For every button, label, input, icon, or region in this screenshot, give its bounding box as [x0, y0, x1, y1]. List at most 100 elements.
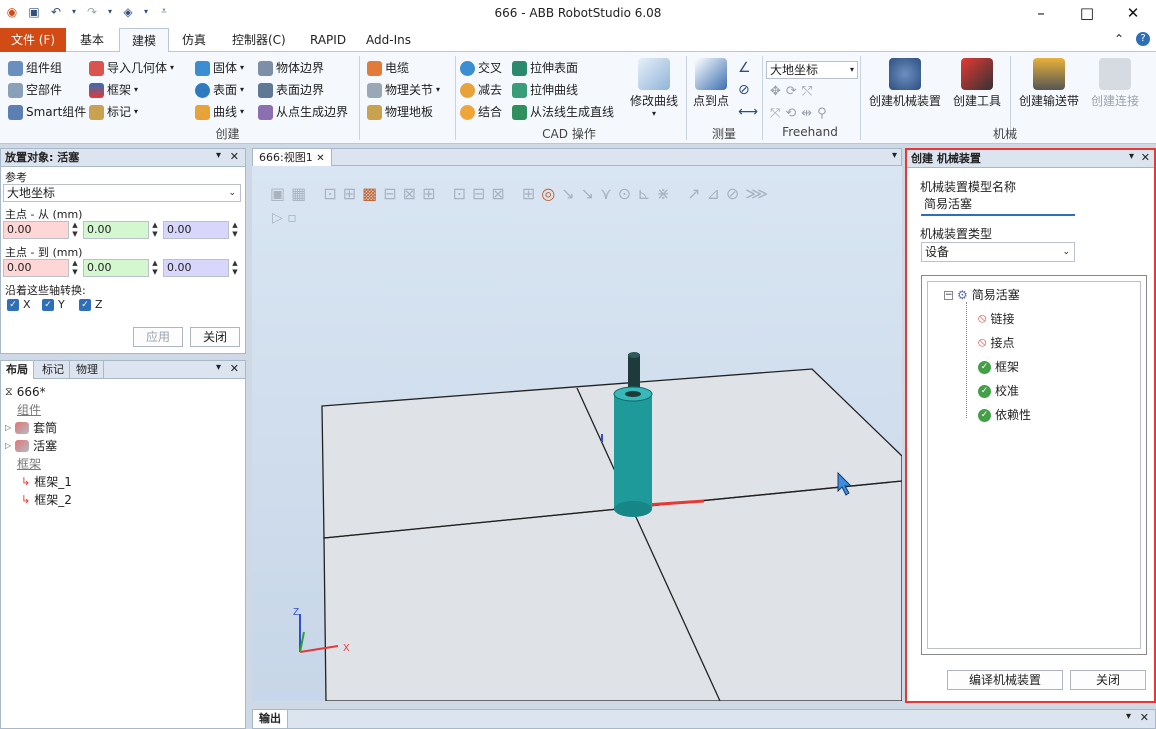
- import-geometry-button[interactable]: 导入几何体 ▾: [89, 58, 174, 78]
- tree-item-joints[interactable]: ⦸ 接点: [978, 334, 1015, 352]
- from-z-stepper[interactable]: ▲ ▼: [230, 221, 240, 239]
- point-to-point-button[interactable]: 点到点: [689, 58, 733, 109]
- curve-button[interactable]: 曲线 ▾: [195, 102, 244, 122]
- close-button[interactable]: 关闭: [190, 327, 240, 347]
- tree-item-frame[interactable]: ↳ 框架_2: [21, 491, 72, 509]
- solid-button[interactable]: 固体 ▾: [195, 58, 244, 78]
- tree-item-dependency[interactable]: ✓ 依赖性: [978, 406, 1031, 424]
- freehand-tools-row2[interactable]: ⤧⟲⇹⚲: [770, 106, 832, 121]
- close-icon[interactable]: ✕: [1140, 711, 1149, 724]
- apply-button[interactable]: 应用: [133, 327, 183, 347]
- marker-button[interactable]: 标记 ▾: [89, 102, 138, 122]
- reference-select[interactable]: 大地坐标 ⌄: [3, 184, 241, 202]
- subtract-button[interactable]: 减去: [460, 80, 502, 100]
- tab-physics[interactable]: 物理: [71, 361, 104, 379]
- expand-icon[interactable]: ▷: [5, 437, 11, 455]
- tree-item-links[interactable]: ⦸ 链接: [978, 310, 1015, 328]
- to-x-stepper[interactable]: ▲ ▼: [70, 259, 80, 277]
- from-y-input[interactable]: 0.00: [83, 221, 149, 239]
- expand-icon[interactable]: ▷: [5, 419, 11, 437]
- tab-modeling[interactable]: 建模: [119, 28, 170, 53]
- frame-button[interactable]: 框架 ▾: [89, 80, 138, 100]
- to-z-stepper[interactable]: ▲ ▼: [230, 259, 240, 277]
- tab-output[interactable]: 输出: [253, 710, 288, 728]
- panel-menu-icon[interactable]: ▾: [216, 362, 221, 373]
- axis-y-checkbox[interactable]: ✓: [42, 299, 54, 311]
- surface-button[interactable]: 表面 ▾: [195, 80, 244, 100]
- create-conveyor-button[interactable]: 创建输送带: [1014, 58, 1084, 109]
- tab-layout[interactable]: 布局: [1, 361, 34, 379]
- tree-line: [966, 302, 967, 418]
- cable-button[interactable]: 电缆: [367, 58, 409, 78]
- close-window-button[interactable]: ✕: [1110, 0, 1156, 28]
- physics-floor-button[interactable]: 物理地板: [367, 102, 433, 122]
- 3d-viewport[interactable]: ▣▦ ⊡⊞▩⊟⊠⊞ ⊡⊟⊠ ⊞◎↘↘⋎⊙⊾⋇ ↗⊿⊘⋙ ▷ ▫ Z X: [252, 166, 902, 701]
- tab-simulation[interactable]: 仿真: [170, 28, 218, 52]
- component-group-button[interactable]: 组件组: [8, 58, 62, 78]
- collapse-ribbon-icon[interactable]: ⌃: [1114, 32, 1124, 46]
- axis-z-checkbox[interactable]: ✓: [79, 299, 91, 311]
- panel-menu-icon[interactable]: ▾: [1126, 711, 1131, 722]
- from-y-stepper[interactable]: ▲ ▼: [150, 221, 160, 239]
- extrude-surface-button[interactable]: 拉伸表面: [512, 58, 578, 78]
- tree-item-frame[interactable]: ↳ 框架_1: [21, 473, 72, 491]
- tree-root[interactable]: − ⚙ 简易活塞: [944, 286, 1020, 304]
- close-icon[interactable]: ✕: [316, 153, 324, 164]
- tab-controller[interactable]: 控制器(C): [220, 28, 298, 52]
- from-x-stepper[interactable]: ▲ ▼: [70, 221, 80, 239]
- from-x-input[interactable]: 0.00: [3, 221, 69, 239]
- body-border-button[interactable]: 物体边界: [258, 58, 324, 78]
- subtract-icon: [460, 82, 475, 98]
- close-icon[interactable]: ✕: [1141, 151, 1150, 164]
- compile-mechanism-button[interactable]: 编译机械装置: [947, 670, 1063, 690]
- station-node[interactable]: ⧖ 666*: [5, 383, 46, 401]
- extrude-curve-button[interactable]: 拉伸曲线: [512, 80, 578, 100]
- tab-markers[interactable]: 标记: [37, 361, 70, 379]
- tab-basic[interactable]: 基本: [68, 28, 116, 52]
- distance-measure-icon[interactable]: ⟷: [738, 104, 758, 120]
- intersect-button[interactable]: 交叉: [460, 58, 502, 78]
- collapse-icon[interactable]: −: [944, 290, 953, 300]
- empty-part-button[interactable]: 空部件: [8, 80, 62, 100]
- tab-view1[interactable]: 666:视图1 ✕: [253, 149, 332, 167]
- to-y-input[interactable]: 0.00: [83, 259, 149, 277]
- maximize-button[interactable]: □: [1064, 0, 1110, 28]
- close-icon[interactable]: ✕: [230, 150, 239, 163]
- tab-addins[interactable]: Add-Ins: [354, 28, 423, 52]
- to-y-stepper[interactable]: ▲ ▼: [150, 259, 160, 277]
- border-from-points-button[interactable]: 从点生成边界: [258, 102, 348, 122]
- tree-item-frames[interactable]: ✓ 框架: [978, 358, 1019, 376]
- panel-menu-icon[interactable]: ▾: [892, 150, 897, 161]
- to-x-input[interactable]: 0.00: [3, 259, 69, 277]
- tree-item-calibration[interactable]: ✓ 校准: [978, 382, 1019, 400]
- tab-rapid[interactable]: RAPID: [298, 28, 358, 52]
- tree-item-component[interactable]: ▷ 套筒: [5, 419, 57, 437]
- help-icon[interactable]: ?: [1136, 32, 1150, 46]
- import-geometry-icon: [89, 60, 104, 76]
- minimize-button[interactable]: –: [1018, 0, 1064, 28]
- smart-component-button[interactable]: Smart组件: [8, 102, 86, 122]
- angle-measure-icon[interactable]: ∠: [738, 60, 751, 76]
- union-button[interactable]: 结合: [460, 102, 502, 122]
- to-z-input[interactable]: 0.00: [163, 259, 229, 277]
- modify-curve-button[interactable]: 修改曲线 ▾: [624, 58, 684, 118]
- physics-joint-button[interactable]: 物理关节 ▾: [367, 80, 440, 100]
- create-mechanism-button[interactable]: 创建机械装置: [864, 58, 946, 109]
- type-select[interactable]: 设备 ⌄: [921, 242, 1075, 262]
- name-input[interactable]: 简易活塞: [921, 195, 1075, 216]
- panel-menu-icon[interactable]: ▾: [1129, 151, 1134, 162]
- freehand-tools-row1[interactable]: ✥⟳⤲: [770, 84, 817, 99]
- line-from-normal-button[interactable]: 从法线生成直线: [512, 102, 614, 122]
- create-tool-button[interactable]: 创建工具: [948, 58, 1006, 109]
- close-icon[interactable]: ✕: [230, 362, 239, 375]
- tree-item-component[interactable]: ▷ 活塞: [5, 437, 57, 455]
- from-z-input[interactable]: 0.00: [163, 221, 229, 239]
- panel-menu-icon[interactable]: ▾: [216, 150, 221, 161]
- close-button[interactable]: 关闭: [1070, 670, 1146, 690]
- tab-file[interactable]: 文件 (F): [0, 28, 66, 52]
- axis-x-checkbox[interactable]: ✓: [7, 299, 19, 311]
- coordinate-select[interactable]: 大地坐标 ▾: [766, 61, 858, 79]
- create-connection-button[interactable]: 创建连接: [1086, 58, 1144, 109]
- surface-border-button[interactable]: 表面边界: [258, 80, 324, 100]
- diameter-measure-icon[interactable]: ⊘: [738, 82, 750, 98]
